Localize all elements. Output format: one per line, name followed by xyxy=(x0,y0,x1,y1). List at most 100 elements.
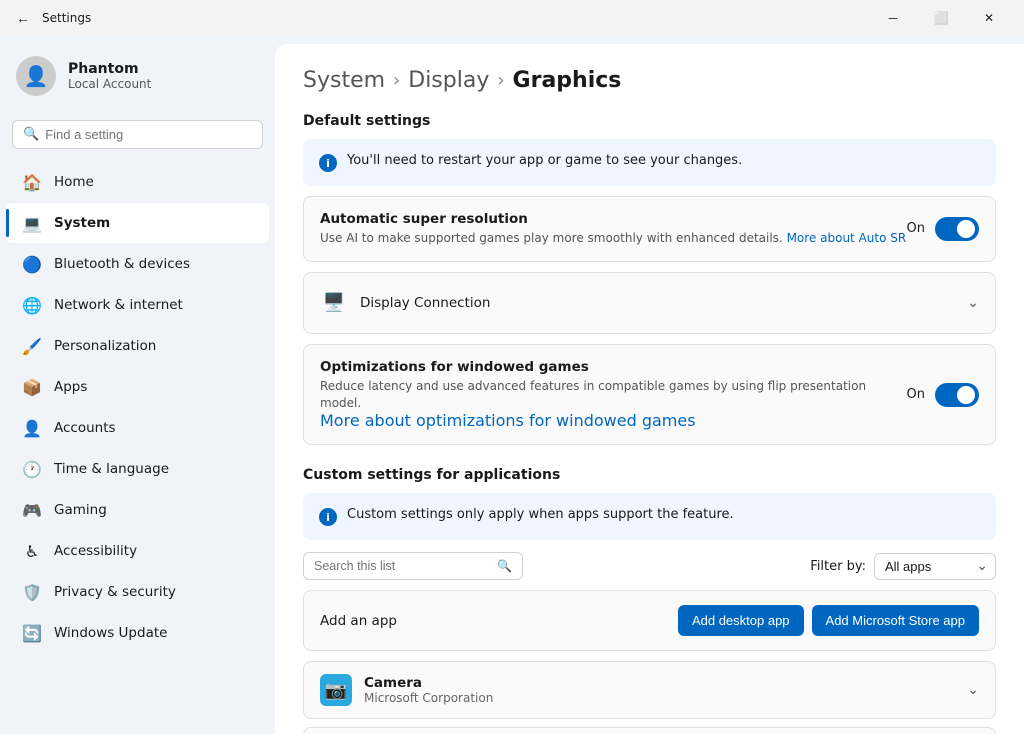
windows-update-icon: 🔄 xyxy=(22,623,42,643)
close-button[interactable]: ✕ xyxy=(966,2,1012,34)
sidebar-item-windows-update[interactable]: 🔄 Windows Update xyxy=(6,613,269,653)
sidebar-item-label-accessibility: Accessibility xyxy=(54,543,137,559)
home-icon: 🏠 xyxy=(22,172,42,192)
search-icon: 🔍 xyxy=(23,127,39,142)
windowed-games-toggle-row: Optimizations for windowed games Reduce … xyxy=(304,345,995,445)
sidebar-item-label-windows-update: Windows Update xyxy=(54,625,167,641)
display-connection-row[interactable]: 🖥️ Display Connection ⌄ xyxy=(304,273,995,333)
auto-sr-desc: Use AI to make supported games play more… xyxy=(320,230,907,247)
auto-sr-content: Automatic super resolution Use AI to mak… xyxy=(320,211,907,247)
custom-info-icon: i xyxy=(319,508,337,526)
system-icon: 💻 xyxy=(22,213,42,233)
filter-select[interactable]: All apps Desktop apps Store apps xyxy=(874,553,996,580)
search-input[interactable] xyxy=(45,127,252,142)
bluetooth-icon: 🔵 xyxy=(22,254,42,274)
sidebar-item-system[interactable]: 💻 System xyxy=(6,203,269,243)
sidebar-item-network[interactable]: 🌐 Network & internet xyxy=(6,285,269,325)
sidebar-item-accounts[interactable]: 👤 Accounts xyxy=(6,408,269,448)
add-store-app-button[interactable]: Add Microsoft Store app xyxy=(812,605,979,636)
sidebar-item-privacy-security[interactable]: 🛡️ Privacy & security xyxy=(6,572,269,612)
sidebar-item-label-bluetooth: Bluetooth & devices xyxy=(54,256,190,272)
display-connection-title: Display Connection xyxy=(360,295,490,311)
windowed-games-title: Optimizations for windowed games xyxy=(320,359,907,375)
add-desktop-app-button[interactable]: Add desktop app xyxy=(678,605,804,636)
app-body: 👤 Phantom Local Account 🔍 🏠 Home 💻 Syste… xyxy=(0,36,1024,734)
sidebar-item-label-time-language: Time & language xyxy=(54,461,169,477)
windowed-games-link[interactable]: More about optimizations for windowed ga… xyxy=(320,411,696,430)
app-row[interactable]: 🏪 Microsoft Store Microsoft Corporation … xyxy=(303,727,996,734)
personalization-icon: 🖌️ xyxy=(22,336,42,356)
app-row-left-0: 📷 Camera Microsoft Corporation xyxy=(320,674,493,706)
auto-sr-link[interactable]: More about Auto SR xyxy=(787,231,907,245)
windowed-games-content: Optimizations for windowed games Reduce … xyxy=(320,359,907,431)
sidebar-item-accessibility[interactable]: ♿ Accessibility xyxy=(6,531,269,571)
sidebar-item-label-network: Network & internet xyxy=(54,297,183,313)
add-app-label: Add an app xyxy=(320,613,397,629)
nav-list: 🏠 Home 💻 System 🔵 Bluetooth & devices 🌐 … xyxy=(0,161,275,654)
windowed-games-toggle-label: On xyxy=(907,387,925,402)
maximize-button[interactable]: ⬜ xyxy=(918,2,964,34)
sidebar-item-personalization[interactable]: 🖌️ Personalization xyxy=(6,326,269,366)
network-icon: 🌐 xyxy=(22,295,42,315)
add-app-row: Add an app Add desktop app Add Microsoft… xyxy=(303,590,996,651)
title-bar-title: Settings xyxy=(42,11,91,25)
add-app-buttons: Add desktop app Add Microsoft Store app xyxy=(678,605,979,636)
display-connection-card[interactable]: 🖥️ Display Connection ⌄ xyxy=(303,272,996,334)
title-bar-controls: ─ ⬜ ✕ xyxy=(870,2,1012,34)
title-bar-left: ← Settings xyxy=(12,8,91,28)
default-settings-title: Default settings xyxy=(303,113,996,129)
user-account-type: Local Account xyxy=(68,77,151,91)
sidebar-item-time-language[interactable]: 🕐 Time & language xyxy=(6,449,269,489)
back-button[interactable]: ← xyxy=(12,8,34,28)
filter-select-wrap: All apps Desktop apps Store apps xyxy=(874,553,996,580)
auto-sr-toggle-right: On xyxy=(907,217,979,241)
info-icon: i xyxy=(319,154,337,172)
auto-sr-toggle-label: On xyxy=(907,221,925,236)
display-connection-left: 🖥️ Display Connection xyxy=(320,289,490,317)
auto-sr-toggle[interactable] xyxy=(935,217,979,241)
minimize-button[interactable]: ─ xyxy=(870,2,916,34)
app-search-icon: 🔍 xyxy=(497,559,512,573)
app-search-input[interactable] xyxy=(314,559,491,573)
breadcrumb-separator: › xyxy=(393,70,400,91)
windowed-games-toggle-right: On xyxy=(907,383,979,407)
app-info-0: Camera Microsoft Corporation xyxy=(364,675,493,705)
app-search-box[interactable]: 🔍 xyxy=(303,552,523,580)
sidebar-item-label-privacy-security: Privacy & security xyxy=(54,584,176,600)
gaming-icon: 🎮 xyxy=(22,500,42,520)
custom-settings-title: Custom settings for applications xyxy=(303,467,996,483)
sidebar-item-label-gaming: Gaming xyxy=(54,502,107,518)
auto-sr-title: Automatic super resolution xyxy=(320,211,907,227)
auto-sr-toggle-row: Automatic super resolution Use AI to mak… xyxy=(304,197,995,261)
breadcrumb-item-0[interactable]: System xyxy=(303,68,385,93)
search-box[interactable]: 🔍 xyxy=(12,120,263,149)
app-list: 📷 Camera Microsoft Corporation ⌄ 🏪 Micro… xyxy=(303,661,996,734)
sidebar: 👤 Phantom Local Account 🔍 🏠 Home 💻 Syste… xyxy=(0,36,275,734)
windowed-games-card: Optimizations for windowed games Reduce … xyxy=(303,344,996,446)
breadcrumb-item-1[interactable]: Display xyxy=(408,68,489,93)
info-card: i You'll need to restart your app or gam… xyxy=(303,139,996,186)
app-list-controls: 🔍 Filter by: All apps Desktop apps Store… xyxy=(303,552,996,580)
windowed-games-toggle[interactable] xyxy=(935,383,979,407)
sidebar-item-apps[interactable]: 📦 Apps xyxy=(6,367,269,407)
privacy-security-icon: 🛡️ xyxy=(22,582,42,602)
custom-info-text: Custom settings only apply when apps sup… xyxy=(347,507,734,522)
time-language-icon: 🕐 xyxy=(22,459,42,479)
sidebar-item-label-personalization: Personalization xyxy=(54,338,156,354)
app-name-0: Camera xyxy=(364,675,493,691)
user-name: Phantom xyxy=(68,61,151,77)
app-row[interactable]: 📷 Camera Microsoft Corporation ⌄ xyxy=(303,661,996,719)
accounts-icon: 👤 xyxy=(22,418,42,438)
sidebar-item-bluetooth[interactable]: 🔵 Bluetooth & devices xyxy=(6,244,269,284)
monitor-icon: 🖥️ xyxy=(320,289,348,317)
breadcrumb-separator: › xyxy=(497,70,504,91)
sidebar-item-gaming[interactable]: 🎮 Gaming xyxy=(6,490,269,530)
custom-info-card: i Custom settings only apply when apps s… xyxy=(303,493,996,540)
filter-row: Filter by: All apps Desktop apps Store a… xyxy=(810,553,996,580)
app-icon-camera: 📷 xyxy=(320,674,352,706)
apps-icon: 📦 xyxy=(22,377,42,397)
sidebar-item-home[interactable]: 🏠 Home xyxy=(6,162,269,202)
sidebar-item-label-accounts: Accounts xyxy=(54,420,116,436)
chevron-down-icon: ⌄ xyxy=(967,295,979,311)
user-info[interactable]: 👤 Phantom Local Account xyxy=(0,44,275,108)
